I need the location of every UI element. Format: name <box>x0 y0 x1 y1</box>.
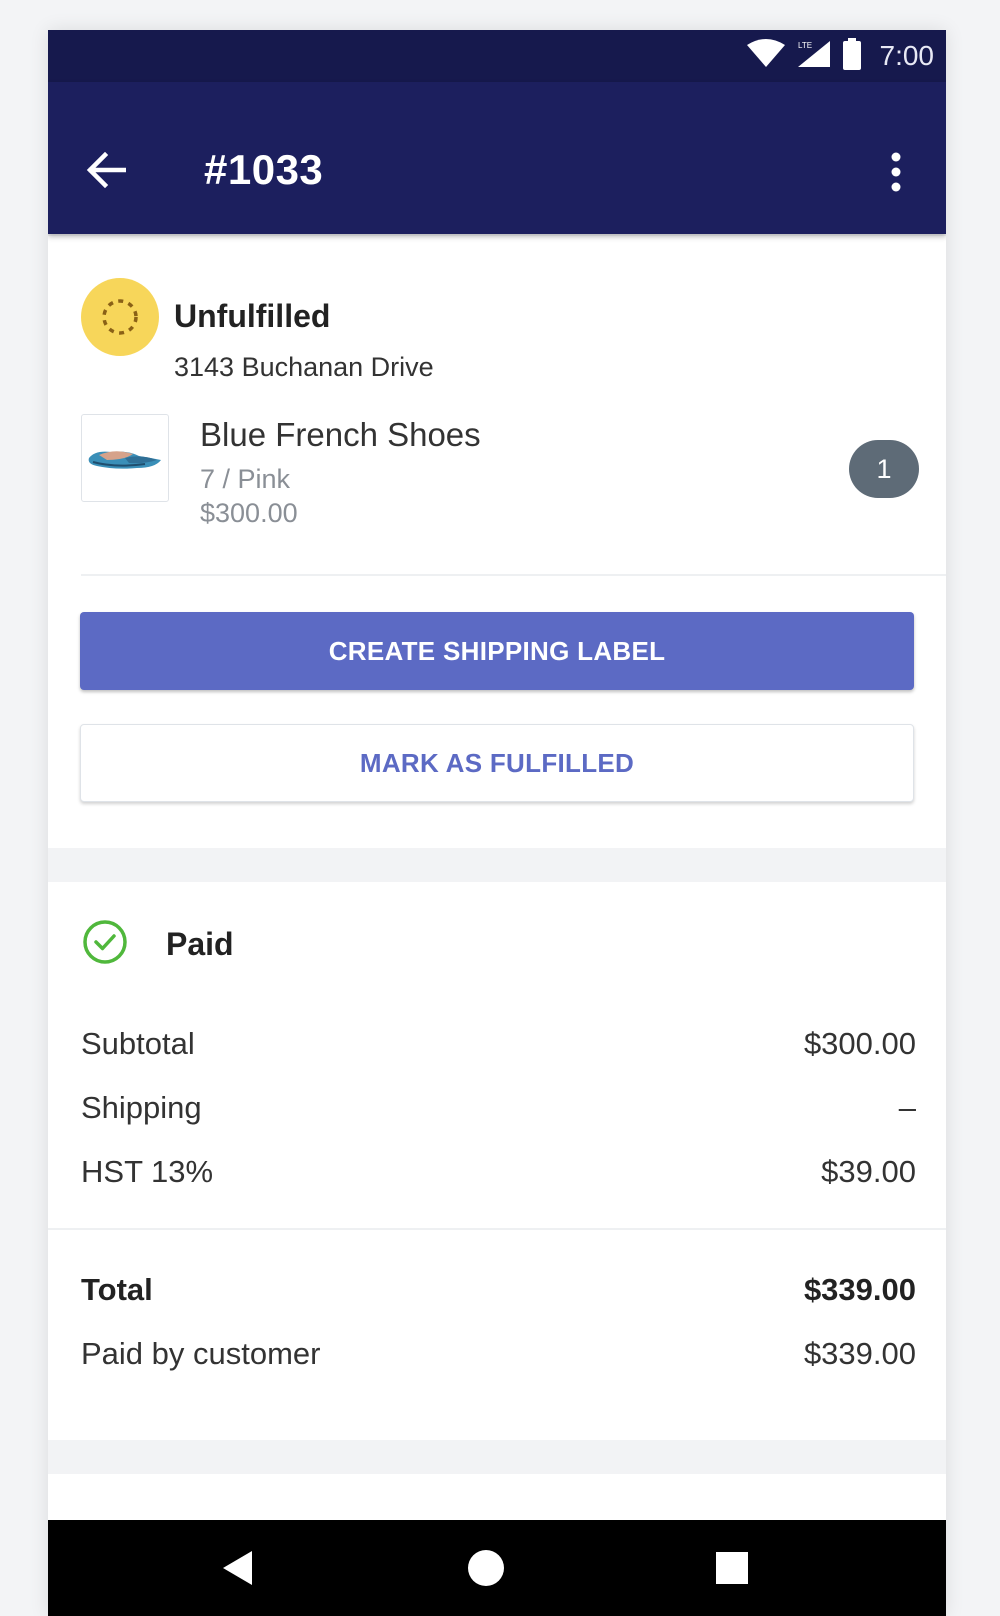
phone-screen: LTE 7:00 #1033 Unfulfilled 3143 Buchanan… <box>48 30 946 1616</box>
payment-card: Paid Subtotal $300.00 Shipping – HST 13%… <box>48 882 946 1440</box>
battery-icon <box>842 37 862 75</box>
svg-text:LTE: LTE <box>798 41 812 50</box>
home-circle-icon <box>468 1550 504 1586</box>
system-nav-bar <box>48 1520 946 1616</box>
divider <box>48 1228 946 1230</box>
quantity-badge: 1 <box>849 440 919 498</box>
nav-recents-button[interactable] <box>708 1544 756 1592</box>
back-triangle-icon <box>223 1551 252 1585</box>
subtotal-label: Subtotal <box>81 1026 195 1061</box>
nav-back-button[interactable] <box>214 1544 262 1592</box>
page-title: #1033 <box>204 146 324 193</box>
signal-icon: LTE <box>796 39 832 74</box>
nav-home-button[interactable] <box>462 1544 510 1592</box>
product-name[interactable]: Blue French Shoes <box>200 416 481 454</box>
mark-as-fulfilled-button[interactable]: MARK AS FULFILLED <box>80 724 914 802</box>
check-circle-icon <box>83 920 127 964</box>
payment-status: Paid <box>166 926 234 962</box>
product-variant: 7 / Pink <box>200 464 291 494</box>
app-bar: #1033 <box>48 82 946 234</box>
total-label: Total <box>81 1272 153 1307</box>
subtotal-row: Subtotal $300.00 <box>81 1026 916 1062</box>
tax-label: HST 13% <box>81 1154 214 1189</box>
total-value: $339.00 <box>803 1272 916 1307</box>
product-price: $300.00 <box>200 498 298 528</box>
tax-row: HST 13% $39.00 <box>81 1154 916 1190</box>
more-vertical-icon <box>891 152 901 192</box>
more-options-button[interactable] <box>876 144 916 200</box>
shipping-address: 3143 Buchanan Drive <box>174 352 434 382</box>
shipping-value: – <box>898 1090 916 1125</box>
back-button[interactable] <box>78 142 134 198</box>
fulfillment-status: Unfulfilled <box>174 298 331 334</box>
subtotal-value: $300.00 <box>803 1026 916 1061</box>
shoe-image <box>88 451 161 469</box>
total-row: Total $339.00 <box>81 1272 916 1308</box>
arrow-left-icon <box>86 152 126 188</box>
paid-by-customer-value: $339.00 <box>803 1336 916 1371</box>
wifi-icon <box>746 38 786 74</box>
shipping-row: Shipping – <box>81 1090 916 1126</box>
status-time: 7:00 <box>879 40 935 71</box>
status-bar: LTE 7:00 <box>48 30 946 82</box>
fulfillment-card: Unfulfilled 3143 Buchanan Drive Blue Fre… <box>48 236 946 848</box>
paid-by-customer-label: Paid by customer <box>81 1336 321 1371</box>
create-shipping-label-button[interactable]: CREATE SHIPPING LABEL <box>80 612 914 690</box>
product-thumbnail[interactable] <box>81 414 169 502</box>
tax-value: $39.00 <box>821 1154 916 1189</box>
paid-by-customer-row: Paid by customer $339.00 <box>81 1336 916 1372</box>
unfulfilled-status-icon <box>81 278 159 356</box>
shipping-label: Shipping <box>81 1090 202 1125</box>
recents-square-icon <box>716 1552 748 1584</box>
divider <box>81 574 946 576</box>
